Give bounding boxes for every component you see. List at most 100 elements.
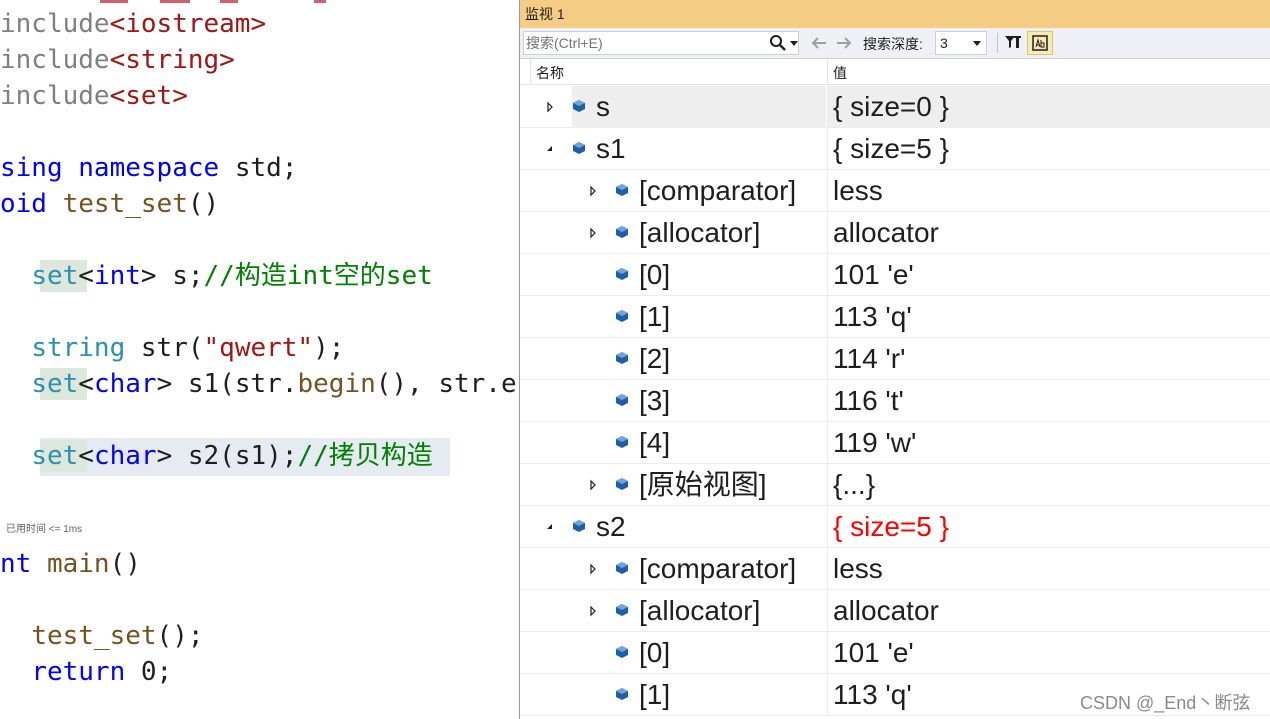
expand-triangle-icon[interactable] bbox=[587, 227, 599, 239]
watch-name-cell[interactable]: s1 bbox=[547, 128, 826, 169]
collapse-triangle-icon[interactable] bbox=[544, 143, 556, 155]
watch-name-cell[interactable]: s2 bbox=[547, 506, 826, 547]
code-line[interactable]: string str("qwert"); bbox=[0, 330, 344, 366]
collapse-triangle-icon[interactable] bbox=[544, 521, 556, 533]
watch-name-cell[interactable]: [3] bbox=[572, 380, 826, 421]
watch-name-cell[interactable]: [comparator] bbox=[572, 548, 826, 589]
watch-item-value: less bbox=[833, 175, 883, 206]
watch-item-value: 113 'q' bbox=[833, 679, 912, 710]
watch-row[interactable]: [comparator] less bbox=[520, 548, 1270, 590]
watch-value-cell[interactable]: 119 'w' bbox=[827, 422, 1270, 463]
watch-row[interactable]: s2 { size=5 } bbox=[520, 506, 1270, 548]
watch-item-name: [allocator] bbox=[639, 217, 761, 248]
watch-item-name: [0] bbox=[639, 259, 671, 290]
watch-name-cell[interactable]: [0] bbox=[572, 254, 826, 295]
code-token: < bbox=[78, 261, 94, 291]
expand-triangle-icon[interactable] bbox=[587, 479, 599, 491]
watch-item-name: [1] bbox=[639, 679, 671, 710]
watch-name-cell[interactable]: [comparator] bbox=[572, 170, 826, 211]
watch-value-cell[interactable]: 101 'e' bbox=[827, 254, 1270, 295]
code-line[interactable]: set<char> s1(str.begin(), str.en bbox=[0, 366, 519, 402]
watch-row[interactable]: [2] 114 'r' bbox=[520, 338, 1270, 380]
watch-name-cell[interactable]: s bbox=[547, 86, 826, 127]
watch-row[interactable]: [1] 113 'q' bbox=[520, 296, 1270, 338]
code-token: test_set bbox=[62, 189, 188, 219]
forward-arrow-icon[interactable] bbox=[834, 33, 854, 53]
watch-value-cell[interactable]: less bbox=[827, 548, 1270, 589]
watch-row[interactable]: [原始视图] {...} bbox=[520, 464, 1270, 506]
expand-triangle-icon[interactable] bbox=[544, 101, 556, 113]
watch-item-value: 119 'w' bbox=[833, 427, 917, 458]
watch-row[interactable]: s1 { size=5 } bbox=[520, 128, 1270, 170]
code-token: //拷贝构造 bbox=[297, 441, 433, 471]
watch-window-title[interactable]: 监视 1 bbox=[520, 0, 1270, 28]
code-line[interactable]: sing namespace std; bbox=[0, 150, 297, 186]
watch-item-value: allocator bbox=[833, 595, 939, 626]
code-line[interactable]: include<set> bbox=[0, 78, 188, 114]
watch-name-cell[interactable]: [allocator] bbox=[572, 212, 826, 253]
watch-row[interactable]: [3] 116 't' bbox=[520, 380, 1270, 422]
code-line[interactable]: oid test_set() bbox=[0, 186, 219, 222]
watch-row[interactable]: [allocator] allocator bbox=[520, 590, 1270, 632]
code-token: 0; bbox=[125, 657, 173, 687]
code-line[interactable]: return 0; bbox=[0, 654, 172, 690]
object-icon bbox=[573, 142, 585, 154]
watch-row[interactable]: [0] 101 'e' bbox=[520, 254, 1270, 296]
watch-name-cell[interactable]: [1] bbox=[572, 296, 826, 337]
hex-display-button[interactable] bbox=[1027, 31, 1053, 55]
search-input[interactable] bbox=[526, 34, 762, 52]
watch-row[interactable]: s { size=0 } bbox=[520, 86, 1270, 128]
watch-row[interactable]: [allocator] allocator bbox=[520, 212, 1270, 254]
watch-value-cell[interactable]: 101 'e' bbox=[827, 632, 1270, 673]
object-icon bbox=[616, 688, 628, 700]
watch-name-cell[interactable]: [0] bbox=[572, 632, 826, 673]
expand-triangle-icon[interactable] bbox=[587, 605, 599, 617]
code-line[interactable]: test_set(); bbox=[0, 618, 203, 654]
object-icon bbox=[616, 478, 628, 490]
column-resize-handle[interactable] bbox=[827, 59, 828, 85]
watch-value-cell[interactable]: { size=5 } bbox=[827, 506, 1270, 547]
watch-name-cell[interactable]: [4] bbox=[572, 422, 826, 463]
filter-button[interactable] bbox=[1001, 31, 1027, 55]
watch-value-cell[interactable]: { size=5 } bbox=[827, 128, 1270, 169]
code-editor[interactable]: include<iostream> include<string> include<… bbox=[0, 0, 519, 719]
expand-triangle-icon[interactable] bbox=[587, 563, 599, 575]
search-depth-select[interactable]: 3 bbox=[935, 31, 987, 55]
code-token: nt bbox=[0, 549, 32, 579]
object-icon bbox=[616, 352, 628, 364]
watch-value-cell[interactable]: less bbox=[827, 170, 1270, 211]
back-arrow-icon[interactable] bbox=[809, 33, 829, 53]
watch-row[interactable]: [0] 101 'e' bbox=[520, 632, 1270, 674]
watch-value-cell[interactable]: 116 't' bbox=[827, 380, 1270, 421]
column-value-header[interactable]: 值 bbox=[833, 63, 847, 83]
code-token: <set> bbox=[109, 81, 188, 111]
watch-value-cell[interactable]: { size=0 } bbox=[827, 86, 1270, 127]
watch-value-cell[interactable]: 114 'r' bbox=[827, 338, 1270, 379]
watch-name-cell[interactable]: [原始视图] bbox=[572, 464, 826, 505]
code-token: include bbox=[0, 81, 110, 111]
code-line[interactable]: set<int> s;//构造int空的set bbox=[0, 258, 432, 294]
object-icon bbox=[616, 268, 628, 280]
watch-item-name: [原始视图] bbox=[639, 469, 767, 500]
column-name-header[interactable]: 名称 bbox=[536, 63, 564, 83]
expand-triangle-icon[interactable] bbox=[587, 185, 599, 197]
watch-value-cell[interactable]: allocator bbox=[827, 590, 1270, 631]
watch-name-cell[interactable]: [allocator] bbox=[572, 590, 826, 631]
search-box[interactable] bbox=[523, 31, 799, 55]
watch-name-cell[interactable]: [1] bbox=[572, 674, 826, 715]
watch-item-name: [1] bbox=[639, 301, 671, 332]
search-icon[interactable] bbox=[768, 33, 788, 53]
code-line[interactable]: include<iostream> bbox=[0, 6, 266, 42]
watch-value-cell[interactable]: allocator bbox=[827, 212, 1270, 253]
watch-name-cell[interactable]: [2] bbox=[572, 338, 826, 379]
code-line[interactable]: nt main() bbox=[0, 546, 141, 582]
chevron-down-icon[interactable] bbox=[790, 39, 798, 47]
watch-value-cell[interactable]: 113 'q' bbox=[827, 296, 1270, 337]
toolbar-separator bbox=[997, 33, 998, 53]
code-line[interactable]: set<char> s2(s1);//拷贝构造 bbox=[0, 438, 433, 474]
watch-value-cell[interactable]: {...} bbox=[827, 464, 1270, 505]
watch-row[interactable]: [4] 119 'w' bbox=[520, 422, 1270, 464]
watch-row[interactable]: [comparator] less bbox=[520, 170, 1270, 212]
code-line[interactable]: include<string> bbox=[0, 42, 235, 78]
filter-icon bbox=[1005, 36, 1021, 48]
